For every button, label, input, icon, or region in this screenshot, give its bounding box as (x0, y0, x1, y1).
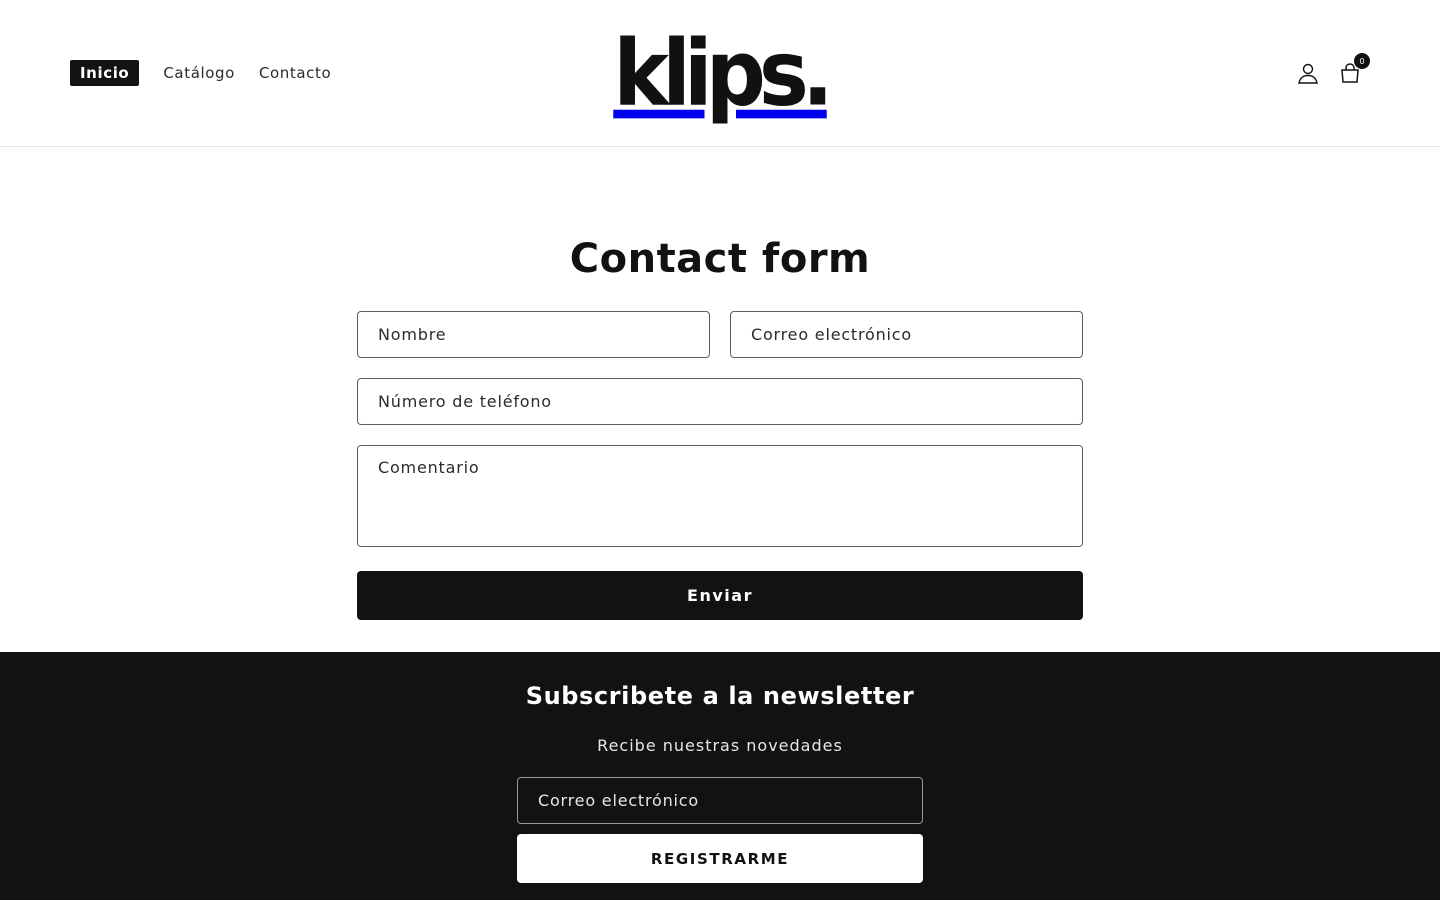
newsletter-subscribe-button[interactable]: REGISTRARME (517, 834, 923, 883)
newsletter-title: Subscribete a la newsletter (525, 682, 915, 710)
newsletter-subtitle: Recibe nuestras novedades (597, 736, 843, 755)
contact-section: Contact form Enviar (357, 147, 1083, 620)
newsletter-section: Subscribete a la newsletter Recibe nuest… (0, 652, 1440, 900)
logo-text: klips. (613, 20, 833, 126)
user-icon (1298, 63, 1318, 84)
site-logo[interactable]: klips. (613, 20, 833, 126)
email-field[interactable] (730, 311, 1083, 358)
page-title: Contact form (569, 236, 871, 282)
submit-button[interactable]: Enviar (357, 571, 1083, 620)
comment-field[interactable] (357, 445, 1083, 547)
nav-item-contacto[interactable]: Contacto (259, 60, 331, 86)
newsletter-email-field[interactable] (517, 777, 923, 824)
name-field[interactable] (357, 311, 710, 358)
account-button[interactable] (1291, 56, 1325, 90)
nav-item-catalogo[interactable]: Catálogo (163, 60, 235, 86)
nav-item-inicio[interactable]: Inicio (70, 60, 140, 86)
main-nav: Inicio Catálogo Contacto (70, 60, 355, 86)
name-email-row (357, 311, 1083, 358)
phone-field[interactable] (357, 378, 1083, 425)
cart-count-badge: 0 (1354, 53, 1370, 69)
site-header: Inicio Catálogo Contacto klips. 0 (0, 0, 1440, 147)
